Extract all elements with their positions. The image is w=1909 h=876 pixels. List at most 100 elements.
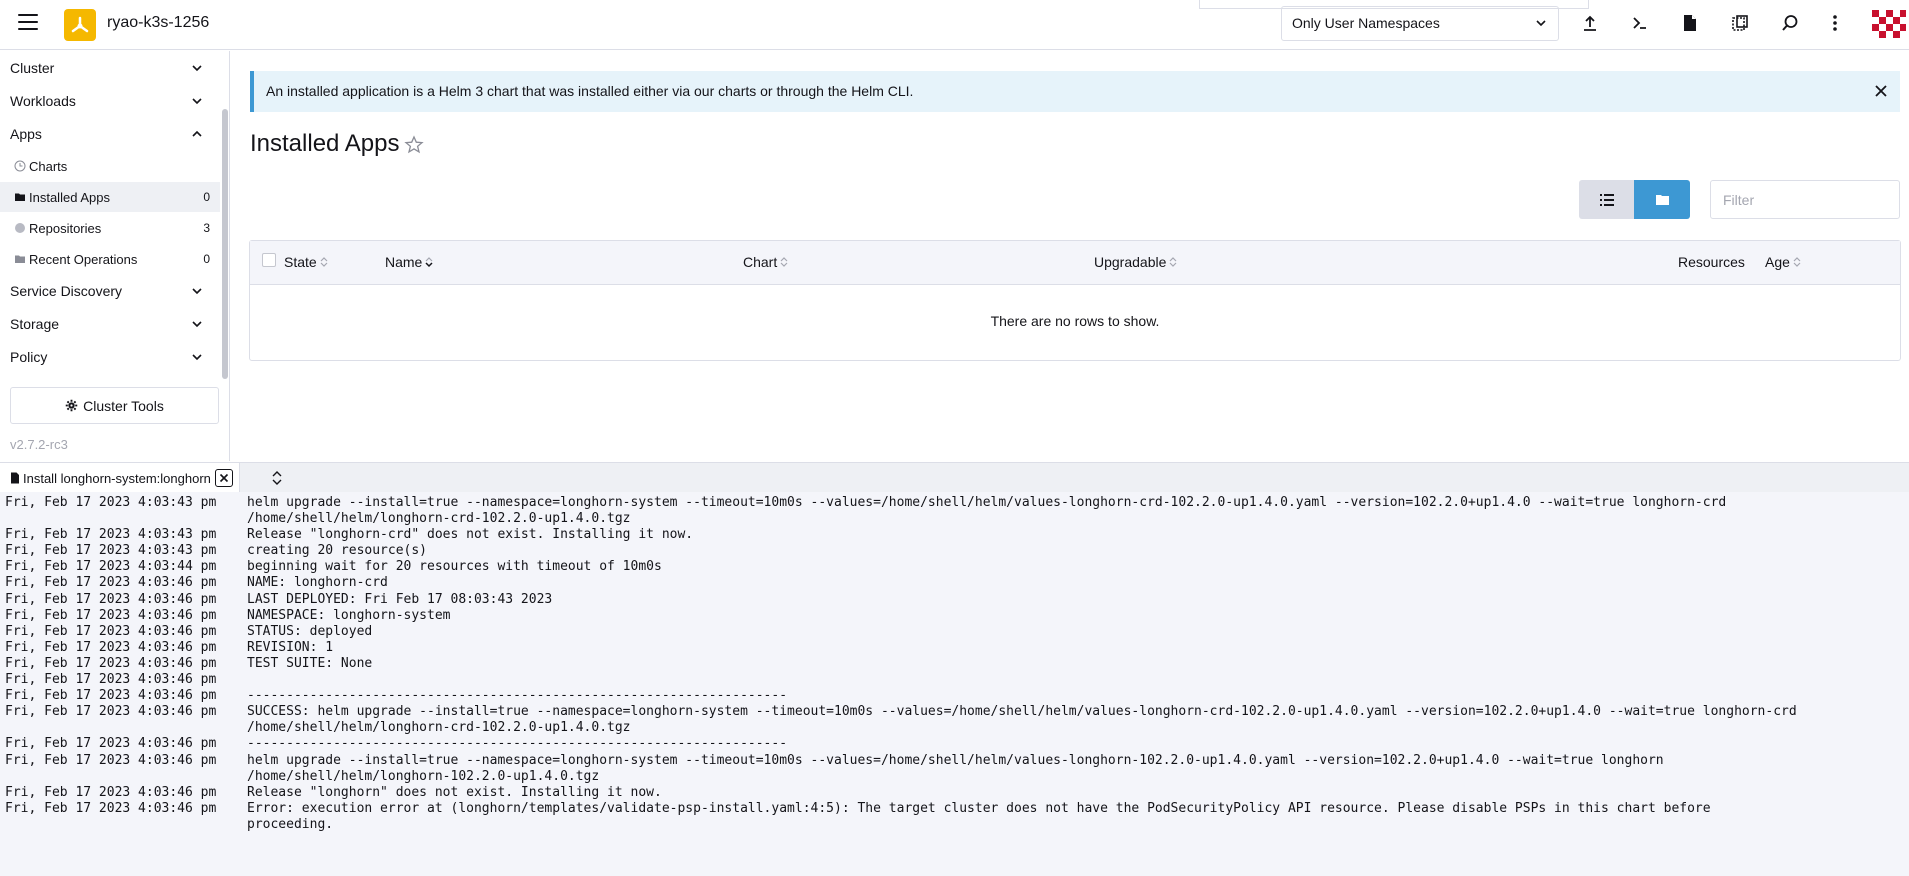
log-timestamp: Fri, Feb 17 2023 4:03:46 pm [5, 575, 217, 591]
nav-group-service-discovery[interactable]: Service Discovery [0, 275, 220, 307]
log-line: Fri, Feb 17 2023 4:03:43 pm helm upgrade … [0, 495, 1909, 527]
log-timestamp: Fri, Feb 17 2023 4:03:43 pm [5, 543, 217, 559]
log-message: SUCCESS: helm upgrade --install=true --n… [247, 704, 1797, 736]
log-line: Fri, Feb 17 2023 4:03:46 pm TEST SUITE: N… [0, 656, 1909, 672]
user-avatar[interactable] [1870, 6, 1906, 44]
upload-icon[interactable] [1579, 12, 1601, 34]
log-timestamp: Fri, Feb 17 2023 4:03:43 pm [5, 527, 217, 543]
log-timestamp: Fri, Feb 17 2023 4:03:46 pm [5, 591, 217, 607]
folder-icon [1655, 195, 1669, 205]
kubectl-shell-icon[interactable] [1629, 12, 1651, 34]
log-message: NAMESPACE: longhorn-system [247, 607, 451, 623]
cluster-tools-button[interactable]: Cluster Tools [10, 387, 219, 424]
page-title: Installed Apps [250, 130, 400, 157]
sidebar-item-charts[interactable]: Charts [0, 151, 220, 181]
log-timestamp: Fri, Feb 17 2023 4:03:46 pm [5, 623, 217, 639]
log-message: REVISION: 1 [247, 639, 334, 655]
gear-icon [65, 399, 78, 412]
log-line: Fri, Feb 17 2023 4:03:46 pm Error: execut… [0, 801, 1909, 833]
column-state[interactable]: State [284, 254, 329, 270]
log-timestamp: Fri, Feb 17 2023 4:03:44 pm [5, 559, 217, 575]
log-line: Fri, Feb 17 2023 4:03:46 pm -------------… [0, 736, 1909, 752]
sort-icon [320, 257, 328, 267]
nav-group-storage[interactable]: Storage [0, 308, 220, 340]
log-timestamp: Fri, Feb 17 2023 4:03:46 pm [5, 736, 217, 752]
log-line: Fri, Feb 17 2023 4:03:43 pm creating 20 r… [0, 543, 1909, 559]
sidebar-item-recent-operations[interactable]: Recent Operations 0 [0, 244, 220, 274]
log-line: Fri, Feb 17 2023 4:03:46 pm -------------… [0, 688, 1909, 704]
copy-kubeconfig-icon[interactable] [1729, 12, 1751, 34]
sidebar-item-count: 0 [203, 190, 210, 204]
log-line: Fri, Feb 17 2023 4:03:46 pm REVISION: 1 [0, 640, 1909, 656]
log-message: Release "longhorn" does not exist. Insta… [247, 784, 662, 800]
chevron-down-icon [192, 321, 202, 328]
log-line: Fri, Feb 17 2023 4:03:46 pm Release "long… [0, 785, 1909, 801]
select-all-checkbox[interactable] [262, 253, 276, 267]
log-message: NAME: longhorn-crd [247, 575, 388, 591]
log-message: Error: execution error at (longhorn/temp… [247, 800, 1711, 832]
log-line: Fri, Feb 17 2023 4:03:43 pm Release "long… [0, 527, 1909, 543]
menu-icon[interactable] [18, 14, 38, 32]
cluster-name[interactable]: ryao-k3s-1256 [107, 14, 209, 32]
installed-apps-table: State Name Chart Upgradable Resources Ag… [249, 240, 1901, 361]
sort-icon [425, 257, 433, 268]
chevron-down-icon [192, 288, 202, 295]
log-message: beginning wait for 20 resources with tim… [247, 559, 662, 575]
namespace-filter-dropdown[interactable]: Only User Namespaces [1281, 6, 1559, 41]
log-timestamp: Fri, Feb 17 2023 4:03:46 pm [5, 704, 217, 720]
sidebar-item-repositories[interactable]: Repositories 3 [0, 213, 220, 243]
sidebar-item-installed-apps[interactable]: Installed Apps 0 [0, 182, 220, 212]
favorite-star-icon[interactable] [404, 135, 424, 155]
empty-table-message: There are no rows to show. [990, 313, 1160, 329]
close-tab-icon[interactable] [214, 469, 233, 487]
more-vertical-icon[interactable] [1824, 12, 1846, 34]
expand-collapse-icon[interactable] [268, 469, 286, 487]
sort-icon [1169, 257, 1177, 267]
sidebar-scrollbar[interactable] [222, 109, 228, 379]
column-resources: Resources [1678, 254, 1745, 270]
log-message: helm upgrade --install=true --namespace=… [247, 752, 1664, 784]
chevron-up-icon [192, 130, 202, 137]
nav-group-workloads[interactable]: Workloads [0, 85, 220, 117]
log-message: LAST DEPLOYED: Fri Feb 17 08:03:43 2023 [247, 591, 553, 607]
filter-input[interactable] [1710, 180, 1900, 219]
log-timestamp: Fri, Feb 17 2023 4:03:46 pm [5, 672, 217, 688]
group-by-namespace-button[interactable] [1634, 180, 1690, 219]
log-tab[interactable]: Install longhorn-system:longhorn [0, 463, 240, 493]
close-icon[interactable] [1872, 82, 1890, 100]
charts-icon [14, 160, 26, 172]
flat-list-view-button[interactable] [1579, 180, 1634, 219]
chevron-down-icon [192, 98, 202, 105]
kubeconfig-file-icon[interactable] [1679, 12, 1701, 34]
log-line: Fri, Feb 17 2023 4:03:46 pm helm upgrade … [0, 753, 1909, 785]
top-header: ryao-k3s-1256 Only User Namespaces [0, 0, 1909, 50]
log-line: Fri, Feb 17 2023 4:03:46 pm STATUS: deplo… [0, 624, 1909, 640]
log-timestamp: Fri, Feb 17 2023 4:03:46 pm [5, 607, 217, 623]
log-tab-label: Install longhorn-system:longhorn [23, 470, 211, 486]
chevron-down-icon [1536, 20, 1546, 27]
log-message: ----------------------------------------… [247, 736, 788, 752]
log-message: helm upgrade --install=true --namespace=… [247, 495, 1727, 527]
sort-icon [780, 257, 788, 267]
column-chart[interactable]: Chart [743, 254, 789, 270]
column-upgradable[interactable]: Upgradable [1094, 254, 1178, 270]
log-timestamp: Fri, Feb 17 2023 4:03:43 pm [5, 495, 217, 510]
namespace-filter-value: Only User Namespaces [1292, 15, 1440, 31]
column-name[interactable]: Name [385, 254, 434, 270]
sort-icon [1793, 257, 1801, 267]
info-banner-text: An installed application is a Helm 3 cha… [266, 83, 914, 99]
nav-group-apps[interactable]: Apps [0, 118, 220, 150]
log-timestamp: Fri, Feb 17 2023 4:03:46 pm [5, 784, 217, 800]
search-icon[interactable] [1779, 12, 1801, 34]
info-banner: An installed application is a Helm 3 cha… [250, 71, 1900, 112]
window-manager-bar: Install longhorn-system:longhorn [0, 462, 1909, 493]
table-header: State Name Chart Upgradable Resources Ag… [250, 241, 1900, 285]
nav-group-cluster[interactable]: Cluster [0, 52, 220, 84]
version-label[interactable]: v2.7.2-rc3 [10, 437, 68, 452]
log-line: Fri, Feb 17 2023 4:03:46 pm SUCCESS: helm… [0, 704, 1909, 736]
log-message: STATUS: deployed [247, 623, 373, 639]
column-age[interactable]: Age [1765, 254, 1802, 270]
nav-group-policy[interactable]: Policy [0, 341, 220, 373]
chevron-down-icon [192, 65, 202, 72]
log-timestamp: Fri, Feb 17 2023 4:03:46 pm [5, 800, 217, 816]
